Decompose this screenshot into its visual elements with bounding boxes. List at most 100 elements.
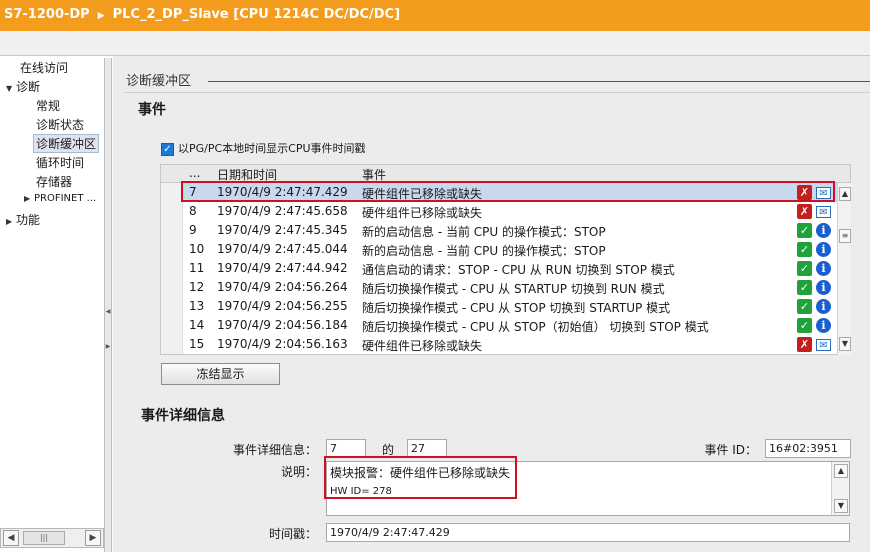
scroll-up-icon[interactable]: ▲	[834, 464, 848, 478]
local-time-option[interactable]: ✓ 以PG/PC本地时间显示CPU事件时间戳	[161, 140, 366, 156]
table-scrollbar[interactable]: ▲ ≡ ▼	[837, 183, 851, 355]
table-row[interactable]: 12 1970/4/9 2:04:56.264 随后切换操作模式 - CPU 从…	[161, 278, 850, 297]
row-datetime: 1970/4/9 2:04:56.163	[217, 337, 348, 351]
tool-error-icon: ✗	[797, 204, 812, 219]
column-header-number[interactable]: ...	[189, 166, 200, 180]
info-icon: i	[816, 299, 831, 314]
table-row[interactable]: 14 1970/4/9 2:04:56.184 随后切换操作模式 - CPU 从…	[161, 316, 850, 335]
expand-arrow-icon[interactable]: ▶	[6, 217, 16, 226]
scroll-down-icon[interactable]: ▼	[839, 337, 851, 351]
info-icon: i	[816, 223, 831, 238]
row-datetime: 1970/4/9 2:04:56.255	[217, 299, 348, 313]
row-datetime: 1970/4/9 2:47:45.345	[217, 223, 348, 237]
nav-item-label: PROFINET ...	[34, 193, 97, 204]
nav-item-label: 存储器	[36, 175, 73, 189]
event-details-title: 事件详细信息	[141, 408, 225, 424]
row-event: 硬件组件已移除或缺失	[362, 339, 483, 353]
highlight-box	[181, 181, 835, 202]
table-row[interactable]: 10 1970/4/9 2:47:45.044 新的启动信息 - 当前 CPU …	[161, 240, 850, 259]
table-row[interactable]: 11 1970/4/9 2:47:44.942 通信启动的请求：STOP - C…	[161, 259, 850, 278]
expand-arrow-icon[interactable]: ▼	[6, 84, 16, 93]
row-event: 新的启动信息 - 当前 CPU 的操作模式：STOP	[362, 225, 606, 239]
breadcrumb-separator-icon: ▶	[97, 11, 105, 21]
row-event: 通信启动的请求：STOP - CPU 从 RUN 切换到 STOP 模式	[362, 263, 675, 277]
collapse-left-icon[interactable]: ◀	[105, 308, 111, 315]
table-row[interactable]: 9 1970/4/9 2:47:45.345 新的启动信息 - 当前 CPU 的…	[161, 221, 850, 240]
nav-item-label: 诊断状态	[36, 118, 85, 132]
row-number: 9	[189, 223, 197, 237]
row-number: 13	[189, 299, 205, 313]
table-row[interactable]: 8 1970/4/9 2:47:45.658 硬件组件已移除或缺失 ✗ ✉	[161, 202, 850, 221]
row-datetime: 1970/4/9 2:47:45.658	[217, 204, 348, 218]
row-handle[interactable]	[161, 316, 183, 335]
timestamp-field: 1970/4/9 2:47:47.429	[326, 523, 850, 542]
freeze-display-button[interactable]: 冻结显示	[161, 363, 280, 385]
check-icon: ✓	[797, 223, 812, 238]
tool-error-icon: ✗	[797, 337, 812, 352]
scroll-down-icon[interactable]: ▼	[834, 499, 848, 513]
scroll-thumb[interactable]: ≡	[839, 229, 851, 243]
main-content: 诊断缓冲区 事件 ✓ 以PG/PC本地时间显示CPU事件时间戳 ... 日期和时间…	[113, 56, 870, 552]
check-icon: ✓	[797, 299, 812, 314]
row-handle[interactable]	[161, 202, 183, 221]
table-row[interactable]: 15 1970/4/9 2:04:56.163 硬件组件已移除或缺失 ✗ ✉	[161, 335, 850, 354]
highlight-box	[324, 456, 517, 499]
row-number: 8	[189, 204, 197, 218]
nav-item-functions[interactable]: ▶ 功能	[6, 211, 40, 228]
scroll-left-icon[interactable]: ◀	[3, 530, 19, 546]
row-datetime: 1970/4/9 2:04:56.264	[217, 280, 348, 294]
expand-right-icon[interactable]: ▶	[105, 343, 111, 350]
nav-item-label: 诊断	[16, 80, 41, 94]
nav-item-label: 诊断缓冲区	[36, 137, 97, 151]
nav-item-cycle-time[interactable]: 循环时间	[36, 154, 84, 171]
row-event: 新的启动信息 - 当前 CPU 的操作模式：STOP	[362, 244, 606, 258]
row-handle[interactable]	[161, 259, 183, 278]
section-divider	[208, 81, 870, 82]
row-handle[interactable]	[161, 335, 183, 354]
mail-incoming-icon: ✉	[816, 339, 831, 351]
row-handle[interactable]	[161, 221, 183, 240]
description-label: 说明：	[280, 465, 317, 479]
row-handle[interactable]	[161, 183, 183, 202]
row-handle[interactable]	[161, 278, 183, 297]
row-number: 11	[189, 261, 205, 275]
scroll-thumb[interactable]: |||	[23, 531, 65, 545]
nav-item-online-access[interactable]: 在线访问	[20, 59, 68, 76]
toolbar	[0, 31, 870, 56]
expand-arrow-icon[interactable]: ▶	[24, 194, 34, 203]
nav-item-diagnostic-buffer[interactable]: 诊断缓冲区	[33, 134, 100, 153]
title-bar: S7-1200-DP ▶ PLC_2_DP_Slave [CPU 1214C DC/…	[0, 0, 870, 31]
scroll-right-icon[interactable]: ▶	[85, 530, 101, 546]
breadcrumb-station[interactable]: PLC_2_DP_Slave [CPU 1214C DC/DC/DC]	[113, 7, 400, 22]
breadcrumb-device[interactable]: S7-1200-DP	[4, 7, 90, 22]
row-handle[interactable]	[161, 297, 183, 316]
table-row[interactable]: 13 1970/4/9 2:04:56.255 随后切换操作模式 - CPU 从…	[161, 297, 850, 316]
row-handle[interactable]	[161, 240, 183, 259]
row-event: 随后切换操作模式 - CPU 从 STOP（初始值） 切换到 STOP 模式	[362, 320, 709, 334]
events-title: 事件	[138, 102, 166, 118]
nav-item-diagnostic-status[interactable]: 诊断状态	[36, 116, 84, 133]
nav-splitter[interactable]: ◀ ▶	[104, 58, 112, 552]
info-icon: i	[816, 318, 831, 333]
info-icon: i	[816, 261, 831, 276]
scroll-up-icon[interactable]: ▲	[839, 187, 851, 201]
local-time-checkbox[interactable]: ✓	[161, 142, 174, 156]
nav-item-label: 在线访问	[20, 61, 69, 75]
info-icon: i	[816, 280, 831, 295]
check-icon: ✓	[797, 242, 812, 257]
nav-item-profinet[interactable]: ▶ PROFINET ...	[24, 193, 96, 204]
row-datetime: 1970/4/9 2:04:56.184	[217, 318, 348, 332]
nav-item-memory[interactable]: 存储器	[36, 173, 72, 190]
nav-item-diagnostics[interactable]: ▼ 诊断	[6, 78, 40, 95]
check-icon: ✓	[797, 318, 812, 333]
row-number: 15	[189, 337, 205, 351]
description-scrollbar[interactable]: ▲ ▼	[831, 462, 849, 515]
nav-horizontal-scrollbar[interactable]: ◀ ||| ▶	[0, 528, 104, 548]
check-icon: ✓	[797, 261, 812, 276]
nav-item-label: 循环时间	[36, 156, 85, 170]
row-event: 随后切换操作模式 - CPU 从 STARTUP 切换到 RUN 模式	[362, 282, 665, 296]
local-time-checkbox-label: 以PG/PC本地时间显示CPU事件时间戳	[178, 142, 366, 155]
panel-border	[125, 92, 870, 93]
nav-item-general[interactable]: 常规	[36, 97, 60, 114]
mail-outgoing-icon: ✉	[816, 206, 831, 218]
